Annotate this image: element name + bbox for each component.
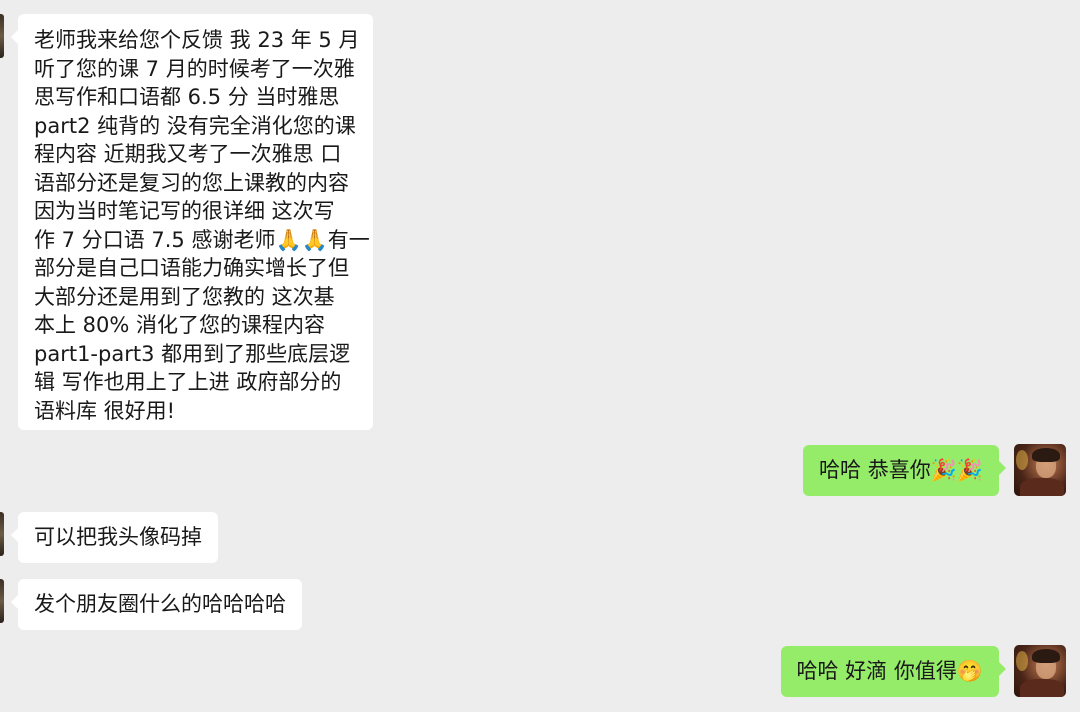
- message-line: 程内容 近期我又考了一次雅思 口: [34, 142, 342, 166]
- message-line: 语料库 很好用!: [34, 398, 176, 423]
- avatar-light: [1016, 651, 1028, 671]
- message-line: 大部分还是用到了您教的 这次基: [34, 284, 335, 309]
- contact-avatar[interactable]: [0, 512, 4, 556]
- message-line: 作 7 分口语 7.5 感谢老师🙏🙏有一: [34, 227, 370, 252]
- message-line: 老师我来给您个反馈 我 23 年 5 月: [34, 28, 360, 52]
- message-text: 发个朋友圈什么的哈哈哈哈: [34, 592, 286, 616]
- avatar-body: [1020, 478, 1064, 496]
- chat-view: 老师我来给您个反馈 我 23 年 5 月 听了您的课 7 月的时候考了一次雅 思…: [0, 0, 1080, 712]
- my-avatar[interactable]: [1014, 645, 1066, 697]
- message-line: part2 纯背的 没有完全消化您的课: [34, 113, 356, 138]
- contact-avatar[interactable]: [0, 14, 4, 58]
- my-avatar[interactable]: [1014, 444, 1066, 496]
- message-line: part1-part3 都用到了那些底层逻: [34, 341, 351, 366]
- message-line: 思写作和口语都 6.5 分 当时雅思: [34, 85, 340, 109]
- message-text: 哈哈 好滴 你值得🤭: [796, 659, 984, 683]
- message-line: 语部分还是复习的您上课教的内容: [34, 170, 349, 195]
- avatar-hair: [1032, 649, 1060, 663]
- message-line: 辑 写作也用上了上进 政府部分的: [34, 370, 342, 394]
- message-text: 可以把我头像码掉: [34, 525, 202, 549]
- outgoing-message-bubble[interactable]: 哈哈 好滴 你值得🤭: [780, 646, 1006, 697]
- contact-avatar[interactable]: [0, 579, 4, 623]
- incoming-message-bubble[interactable]: 可以把我头像码掉: [11, 512, 218, 563]
- message-line: 听了您的课 7 月的时候考了一次雅: [34, 56, 355, 81]
- avatar-hair: [1032, 448, 1060, 462]
- outgoing-message-bubble[interactable]: 哈哈 恭喜你🎉🎉: [803, 445, 1006, 496]
- incoming-message-bubble[interactable]: 老师我来给您个反馈 我 23 年 5 月 听了您的课 7 月的时候考了一次雅 思…: [11, 14, 373, 430]
- avatar-light: [1016, 450, 1028, 470]
- incoming-message-bubble[interactable]: 发个朋友圈什么的哈哈哈哈: [11, 579, 302, 630]
- message-line: 本上 80% 消化了您的课程内容: [34, 313, 326, 337]
- message-text: 哈哈 恭喜你🎉🎉: [819, 458, 983, 482]
- message-line: 因为当时笔记写的很详细 这次写: [34, 199, 335, 223]
- message-line: 部分是自己口语能力确实增长了但: [34, 256, 349, 280]
- avatar-body: [1020, 679, 1064, 697]
